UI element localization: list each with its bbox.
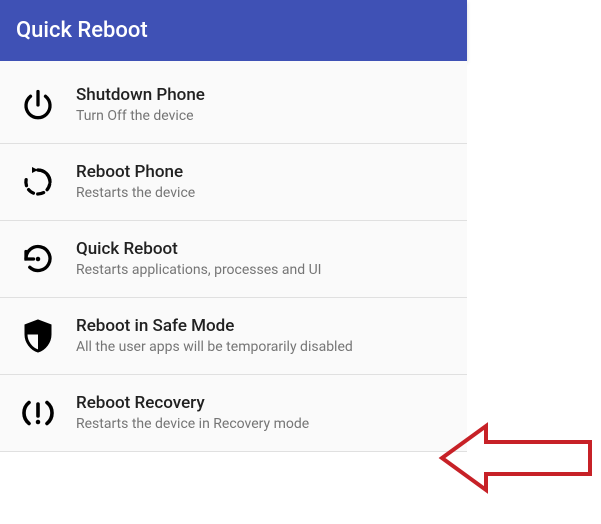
restart-icon bbox=[16, 160, 60, 204]
action-list: Shutdown Phone Turn Off the device Reboo… bbox=[0, 61, 467, 452]
item-subtitle: All the user apps will be temporarily di… bbox=[76, 338, 453, 357]
app-header: Quick Reboot bbox=[0, 0, 467, 61]
history-icon bbox=[16, 237, 60, 281]
list-item-quick-reboot[interactable]: Quick Reboot Restarts applications, proc… bbox=[0, 221, 467, 298]
item-text: Quick Reboot Restarts applications, proc… bbox=[76, 239, 453, 280]
item-subtitle: Turn Off the device bbox=[76, 107, 453, 126]
list-item-shutdown[interactable]: Shutdown Phone Turn Off the device bbox=[0, 61, 467, 144]
item-text: Reboot Recovery Restarts the device in R… bbox=[76, 393, 453, 434]
item-title: Reboot in Safe Mode bbox=[76, 316, 453, 336]
recovery-icon bbox=[16, 391, 60, 435]
item-text: Reboot in Safe Mode All the user apps wi… bbox=[76, 316, 453, 357]
app-title: Quick Reboot bbox=[16, 18, 148, 43]
item-text: Shutdown Phone Turn Off the device bbox=[76, 85, 453, 126]
item-title: Quick Reboot bbox=[76, 239, 453, 259]
list-item-reboot[interactable]: Reboot Phone Restarts the device bbox=[0, 144, 467, 221]
item-subtitle: Restarts the device in Recovery mode bbox=[76, 415, 453, 434]
item-title: Reboot Phone bbox=[76, 162, 453, 182]
shield-icon bbox=[16, 314, 60, 358]
item-subtitle: Restarts applications, processes and UI bbox=[76, 261, 453, 280]
item-text: Reboot Phone Restarts the device bbox=[76, 162, 453, 203]
list-item-recovery[interactable]: Reboot Recovery Restarts the device in R… bbox=[0, 375, 467, 452]
item-title: Shutdown Phone bbox=[76, 85, 453, 105]
list-item-safe-mode[interactable]: Reboot in Safe Mode All the user apps wi… bbox=[0, 298, 467, 375]
item-subtitle: Restarts the device bbox=[76, 184, 453, 203]
power-icon bbox=[16, 83, 60, 127]
app-container: Quick Reboot Shutdown Phone Turn Off the… bbox=[0, 0, 467, 452]
item-title: Reboot Recovery bbox=[76, 393, 453, 413]
